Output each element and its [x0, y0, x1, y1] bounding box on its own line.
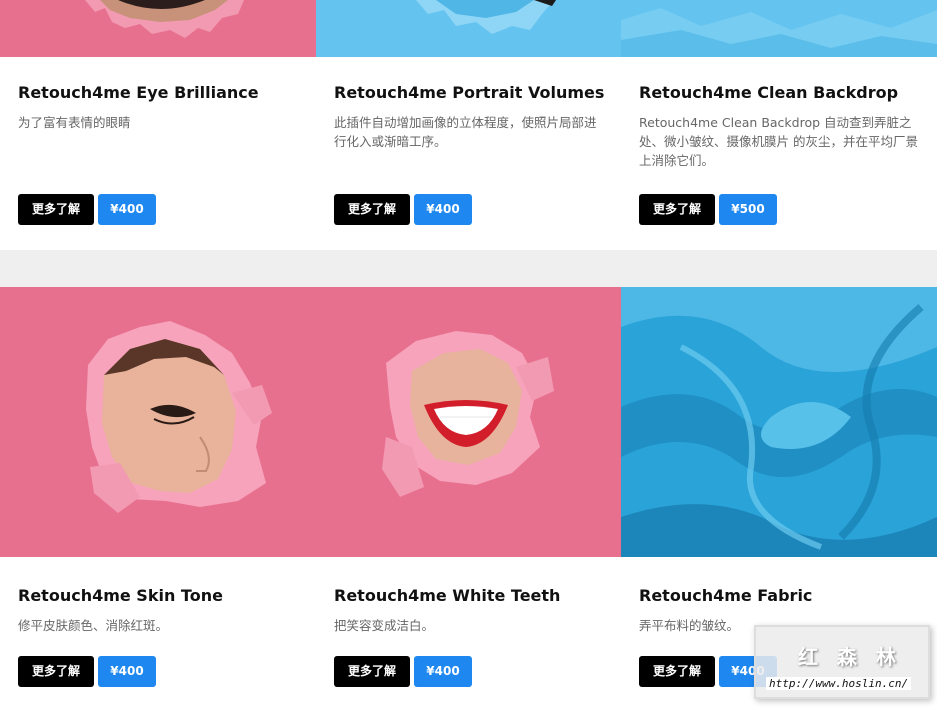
product-title: Retouch4me Eye Brilliance — [18, 83, 259, 102]
product-image-clean-backdrop[interactable] — [621, 0, 937, 57]
site-watermark: 红 森 林 http://www.hoslin.cn/ — [754, 625, 930, 699]
product-content: Retouch4me Eye Brilliance 为了富有表情的眼睛 — [18, 80, 300, 132]
product-image-fabric[interactable] — [621, 287, 937, 557]
learn-more-button[interactable]: 更多了解 — [639, 656, 715, 687]
learn-more-button[interactable]: 更多了解 — [334, 194, 410, 225]
product-card-portrait-volumes: Retouch4me Portrait Volumes 此插件自动增加画像的立体… — [316, 0, 621, 250]
product-title: Retouch4me Portrait Volumes — [334, 83, 605, 102]
product-description: 为了富有表情的眼睛 — [18, 115, 131, 130]
price-button[interactable]: ¥400 — [98, 194, 156, 225]
product-title: Retouch4me Clean Backdrop — [639, 83, 899, 102]
product-actions: 更多了解 ¥500 — [639, 194, 777, 225]
watermark-url: http://www.hoslin.cn/ — [766, 677, 912, 690]
face-through-paper-image — [0, 287, 316, 557]
product-grid-page: Retouch4me Eye Brilliance 为了富有表情的眼睛 更多了解… — [0, 0, 937, 714]
product-actions: 更多了解 ¥400 — [18, 656, 156, 687]
product-title: Retouch4me Skin Tone — [18, 586, 223, 605]
product-image-skin-tone[interactable] — [0, 287, 316, 557]
product-description: 此插件自动增加画像的立体程度，使照片局部进行化入或渐暗工序。 — [334, 115, 597, 149]
product-title: Retouch4me White Teeth — [334, 586, 561, 605]
torn-paper-image — [316, 0, 621, 57]
product-content: Retouch4me Portrait Volumes 此插件自动增加画像的立体… — [334, 80, 605, 151]
learn-more-button[interactable]: 更多了解 — [18, 656, 94, 687]
learn-more-button[interactable]: 更多了解 — [18, 194, 94, 225]
product-image-portrait-volumes[interactable] — [316, 0, 621, 57]
product-content: Retouch4me Clean Backdrop Retouch4me Cle… — [639, 80, 921, 170]
product-content: Retouch4me Skin Tone 修平皮肤颜色、消除红斑。 — [18, 583, 300, 635]
product-title: Retouch4me Fabric — [639, 586, 813, 605]
watermark-logo: 红 森 林 — [798, 645, 902, 669]
section-divider — [0, 250, 937, 287]
product-card-clean-backdrop: Retouch4me Clean Backdrop Retouch4me Cle… — [621, 0, 937, 250]
price-button[interactable]: ¥400 — [414, 194, 472, 225]
product-card-eye-brilliance: Retouch4me Eye Brilliance 为了富有表情的眼睛 更多了解… — [0, 0, 316, 250]
learn-more-button[interactable]: 更多了解 — [639, 194, 715, 225]
product-description: 修平皮肤颜色、消除红斑。 — [18, 618, 169, 633]
product-card-white-teeth: Retouch4me White Teeth 把笑容变成洁白。 更多了解 ¥400 — [316, 287, 621, 714]
torn-paper-image — [0, 0, 316, 57]
product-description: Retouch4me Clean Backdrop 自动查到弄脏之处、微小皱纹、… — [639, 115, 918, 168]
product-row-top: Retouch4me Eye Brilliance 为了富有表情的眼睛 更多了解… — [0, 0, 937, 250]
price-button[interactable]: ¥500 — [719, 194, 777, 225]
product-card-skin-tone: Retouch4me Skin Tone 修平皮肤颜色、消除红斑。 更多了解 ¥4… — [0, 287, 316, 714]
product-actions: 更多了解 ¥400 — [334, 194, 472, 225]
crumpled-backdrop-image — [621, 0, 937, 57]
price-button[interactable]: ¥400 — [414, 656, 472, 687]
learn-more-button[interactable]: 更多了解 — [334, 656, 410, 687]
product-actions: 更多了解 ¥400 — [18, 194, 156, 225]
product-description: 把笑容变成洁白。 — [334, 618, 435, 633]
smile-through-paper-image — [316, 287, 621, 557]
product-image-eye-brilliance[interactable] — [0, 0, 316, 57]
product-image-white-teeth[interactable] — [316, 287, 621, 557]
product-actions: 更多了解 ¥400 — [334, 656, 472, 687]
product-content: Retouch4me White Teeth 把笑容变成洁白。 — [334, 583, 605, 635]
silk-fabric-image — [621, 287, 937, 557]
price-button[interactable]: ¥400 — [98, 656, 156, 687]
